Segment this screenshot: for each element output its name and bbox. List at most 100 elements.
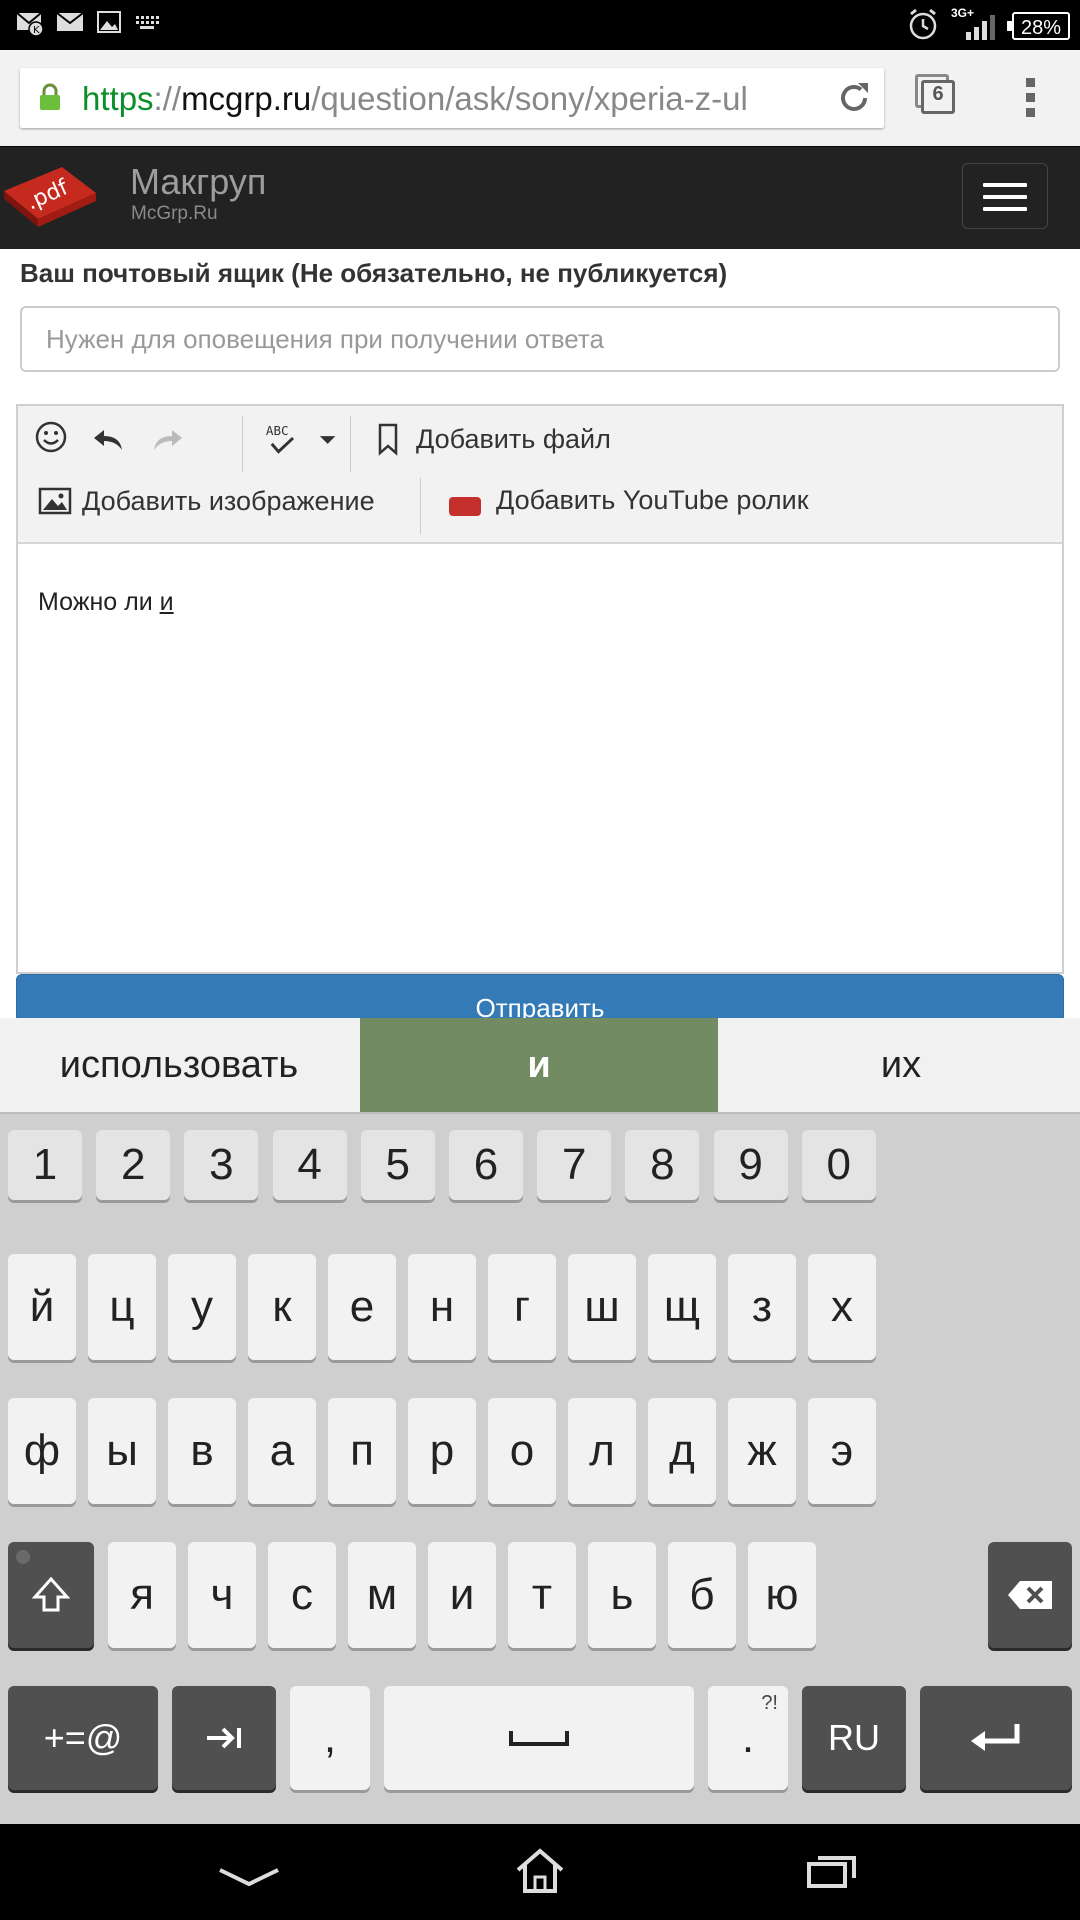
suggestion-item[interactable]: их [722, 1018, 1080, 1112]
tab-switcher-button[interactable]: 6 [915, 74, 959, 118]
letter-key[interactable]: л [568, 1398, 636, 1504]
symbols-key[interactable]: +=@ [8, 1686, 158, 1790]
number-key[interactable]: 9 [713, 1130, 788, 1200]
add-file-label: Добавить файл [416, 423, 611, 454]
letter-key[interactable]: в [168, 1398, 236, 1504]
letter-key[interactable]: р [408, 1398, 476, 1504]
pdf-logo[interactable]: .pdf [0, 163, 100, 233]
letter-key[interactable]: п [328, 1398, 396, 1504]
backspace-icon [1008, 1581, 1052, 1609]
alarm-icon [909, 8, 937, 40]
toolbar-divider [242, 416, 243, 472]
recent-apps-icon[interactable] [806, 1854, 858, 1890]
add-youtube-button[interactable]: Добавить YouTube ролик [448, 480, 809, 520]
mail-icon [56, 12, 84, 31]
suggestion-item[interactable]: использовать [0, 1018, 358, 1112]
add-image-label: Добавить изображение [82, 485, 375, 516]
emoji-button[interactable] [34, 420, 68, 454]
letter-key[interactable]: н [408, 1254, 476, 1360]
backspace-key[interactable] [988, 1542, 1072, 1648]
letter-key[interactable]: т [508, 1542, 576, 1648]
number-key[interactable]: 8 [625, 1130, 700, 1200]
missed-mail-icon: K [16, 12, 44, 36]
letter-key[interactable]: й [8, 1254, 76, 1360]
number-key[interactable]: 7 [537, 1130, 612, 1200]
url-path: /question/ask/sony/xperia-z-ul [311, 80, 748, 117]
letter-key[interactable]: и [428, 1542, 496, 1648]
comma-key[interactable]: , [290, 1686, 370, 1790]
letter-key[interactable]: с [268, 1542, 336, 1648]
shift-icon [32, 1576, 70, 1612]
youtube-icon [449, 497, 481, 516]
back-icon[interactable] [216, 1866, 282, 1890]
space-icon [509, 1731, 569, 1746]
letter-key[interactable]: у [168, 1254, 236, 1360]
url-scheme: https [82, 80, 154, 117]
redo-button[interactable] [150, 422, 184, 456]
letter-key[interactable]: ф [8, 1398, 76, 1504]
letter-key[interactable]: г [488, 1254, 556, 1360]
suggestion-strip: использовать и их [0, 1018, 1080, 1114]
url-text[interactable]: https://mcgrp.ru/question/ask/sony/xperi… [82, 80, 842, 118]
letter-key[interactable]: ш [568, 1254, 636, 1360]
editor-text-area[interactable]: Можно ли и [18, 544, 1062, 972]
suggestion-item-selected[interactable]: и [360, 1018, 718, 1112]
space-key[interactable] [384, 1686, 694, 1790]
number-key[interactable]: 1 [8, 1130, 82, 1200]
email-field-label: Ваш почтовый ящик (Не обязательно, не пу… [20, 258, 728, 288]
letter-key[interactable]: х [808, 1254, 876, 1360]
shift-key[interactable] [8, 1542, 94, 1648]
letter-key[interactable]: ь [588, 1542, 656, 1648]
address-bar[interactable]: https://mcgrp.ru/question/ask/sony/xperi… [20, 68, 884, 128]
reload-icon[interactable] [836, 80, 872, 116]
number-key[interactable]: 2 [96, 1130, 171, 1200]
number-key[interactable]: 3 [184, 1130, 259, 1200]
soft-keyboard: использовать и их 1234567890 йцукенгшщзх… [0, 1018, 1080, 1824]
letter-key[interactable]: з [728, 1254, 796, 1360]
editor-text: Можно ли [38, 588, 160, 616]
image-icon [38, 487, 72, 515]
letter-key[interactable]: я [108, 1542, 176, 1648]
language-key[interactable]: RU [802, 1686, 906, 1790]
number-key[interactable]: 4 [272, 1130, 347, 1200]
tab-icon [207, 1727, 241, 1749]
letter-key[interactable]: ч [188, 1542, 256, 1648]
letter-key[interactable]: б [668, 1542, 736, 1648]
email-field[interactable] [20, 306, 1060, 372]
enter-key[interactable] [920, 1686, 1072, 1790]
letter-key[interactable]: ц [88, 1254, 156, 1360]
spellcheck-icon: ABC [266, 423, 295, 454]
site-title[interactable]: Макгруп [130, 161, 266, 203]
editor-content[interactable]: Можно ли и [38, 588, 174, 617]
image-icon [97, 11, 121, 33]
letter-key[interactable]: м [348, 1542, 416, 1648]
chevron-down-icon [319, 436, 336, 444]
spellcheck-button[interactable]: ABC [264, 418, 338, 462]
smiley-icon [35, 421, 67, 453]
number-key[interactable]: 6 [449, 1130, 523, 1200]
letter-key[interactable]: о [488, 1398, 556, 1504]
tab-key[interactable] [172, 1686, 276, 1790]
add-file-button[interactable]: Добавить файл [376, 420, 611, 458]
nav-menu-button[interactable] [962, 163, 1048, 229]
number-key[interactable]: 0 [801, 1130, 876, 1200]
letter-key[interactable]: ю [748, 1542, 816, 1648]
toolbar-divider [420, 478, 421, 534]
period-key[interactable]: . ?! [708, 1686, 788, 1790]
bookmark-icon [378, 423, 398, 456]
letter-key[interactable]: щ [648, 1254, 716, 1360]
letter-key[interactable]: е [328, 1254, 396, 1360]
undo-button[interactable] [92, 422, 126, 456]
letter-key[interactable]: д [648, 1398, 716, 1504]
add-image-button[interactable]: Добавить изображение [38, 482, 375, 520]
home-icon[interactable] [514, 1848, 566, 1894]
svg-text:K: K [33, 25, 40, 36]
letter-key[interactable]: ж [728, 1398, 796, 1504]
lock-icon [40, 83, 60, 110]
letter-key[interactable]: к [248, 1254, 316, 1360]
letter-key[interactable]: ы [88, 1398, 156, 1504]
overflow-menu-icon[interactable] [1026, 78, 1036, 118]
letter-key[interactable]: а [248, 1398, 316, 1504]
letter-key[interactable]: э [808, 1398, 876, 1504]
number-key[interactable]: 5 [360, 1130, 435, 1200]
